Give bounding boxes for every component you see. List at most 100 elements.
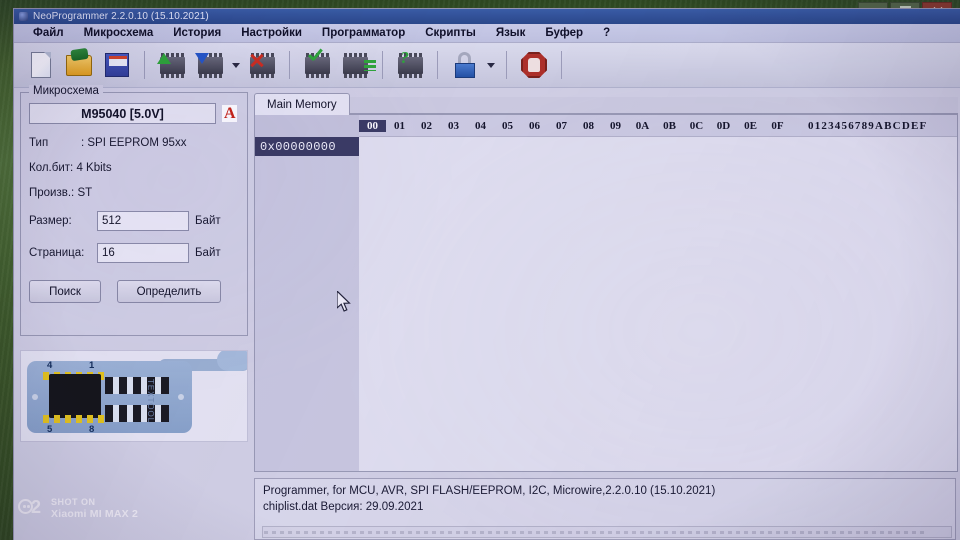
hex-col-09[interactable]: 09 xyxy=(602,120,629,132)
stop-button[interactable] xyxy=(517,47,551,83)
hex-col-08[interactable]: 08 xyxy=(575,120,602,132)
socket-diagram: 4 1 5 8 TEXTOOL xyxy=(20,350,248,442)
hex-view[interactable]: 00 01 02 03 04 05 06 07 08 09 0A 0B 0C 0… xyxy=(254,115,958,472)
chip-vendor-value: ST xyxy=(77,187,93,199)
toolbar-separator xyxy=(382,51,383,79)
chip-group-box: Микросхема M95040 [5.0V] A Тип: SPI EEPR… xyxy=(20,85,248,336)
open-file-icon xyxy=(66,54,92,76)
write-chip-button[interactable] xyxy=(193,47,227,83)
read-chip-button[interactable] xyxy=(155,47,189,83)
open-file-button[interactable] xyxy=(62,47,96,83)
chip-name-row: M95040 [5.0V] A xyxy=(29,103,239,124)
hex-col-00[interactable]: 00 xyxy=(359,119,386,132)
unlock-button[interactable] xyxy=(448,47,482,83)
toolbar-separator xyxy=(437,51,438,79)
hex-col-02[interactable]: 02 xyxy=(413,120,440,132)
save-file-button[interactable] xyxy=(100,47,134,83)
tab-strip-filler xyxy=(349,97,958,114)
chip-size-row: Размер: Байт xyxy=(29,211,239,231)
hex-col-04[interactable]: 04 xyxy=(467,120,494,132)
menu-item-file[interactable]: Файл xyxy=(23,25,74,41)
detect-chip-button[interactable]: ? xyxy=(393,47,427,83)
ascii-column-header: 0123456789ABCDEF xyxy=(808,119,928,132)
erase-chip-icon xyxy=(249,52,275,78)
hex-col-0b[interactable]: 0B xyxy=(656,120,683,132)
unlock-dropdown[interactable] xyxy=(486,48,496,82)
blank-check-icon xyxy=(342,52,376,78)
hex-col-06[interactable]: 06 xyxy=(521,120,548,132)
hex-col-0a[interactable]: 0A xyxy=(629,120,656,132)
window-body: Микросхема M95040 [5.0V] A Тип: SPI EEPR… xyxy=(14,85,960,540)
chip-info-panel: Микросхема M95040 [5.0V] A Тип: SPI EEPR… xyxy=(20,85,248,540)
hex-col-0c[interactable]: 0C xyxy=(683,120,710,132)
menu-item-history[interactable]: История xyxy=(163,25,231,41)
unlock-icon xyxy=(455,52,475,78)
hex-col-07[interactable]: 07 xyxy=(548,120,575,132)
menu-item-buffer[interactable]: Буфер xyxy=(535,25,593,41)
chip-size-input[interactable] xyxy=(97,211,189,231)
app-icon xyxy=(19,12,28,21)
chip-vendor-row: Произв.: ST xyxy=(29,187,239,199)
menu-item-language[interactable]: Язык xyxy=(486,25,536,41)
address-cell[interactable]: 0x00000000 xyxy=(255,137,359,156)
socket-pin-8: 8 xyxy=(89,424,95,435)
menu-bar: Файл Микросхема История Настройки Програ… xyxy=(14,24,960,43)
chip-size-label: Размер: xyxy=(29,215,72,227)
chip-page-input[interactable] xyxy=(97,243,189,263)
hex-col-0f[interactable]: 0F xyxy=(764,120,791,132)
write-chip-icon xyxy=(194,52,223,78)
tab-main-memory[interactable]: Main Memory xyxy=(254,93,350,115)
socket-dip-chip xyxy=(49,374,101,418)
hex-editor-panel: Main Memory 00 01 02 03 04 05 06 07 08 0… xyxy=(254,92,958,540)
chip-bits-value: 4 Kbits xyxy=(76,162,112,174)
socket-lever-knob xyxy=(217,351,247,371)
hex-col-0d[interactable]: 0D xyxy=(710,120,737,132)
hex-col-01[interactable]: 01 xyxy=(386,120,413,132)
socket-pin-1: 1 xyxy=(89,360,95,371)
toolbar: ? xyxy=(14,43,960,88)
chip-name-field[interactable]: M95040 [5.0V] xyxy=(29,103,216,124)
erase-chip-button[interactable] xyxy=(245,47,279,83)
chip-type-value: : SPI EEPROM 95xx xyxy=(81,137,187,149)
verify-chip-button[interactable] xyxy=(300,47,334,83)
title-bar[interactable]: NeoProgrammer 2.2.0.10 (15.10.2021) xyxy=(14,9,960,24)
chip-group-title: Микросхема xyxy=(29,85,103,97)
toolbar-separator xyxy=(289,51,290,79)
progress-bar xyxy=(262,526,952,538)
chip-size-unit: Байт xyxy=(195,215,221,227)
menu-item-help[interactable]: ? xyxy=(593,25,620,41)
menu-item-chip[interactable]: Микросхема xyxy=(74,25,164,41)
chip-page-label: Страница: xyxy=(29,247,85,259)
socket-brand-text: TEXTOOL xyxy=(146,379,155,424)
save-file-icon xyxy=(105,53,129,77)
hex-col-0e[interactable]: 0E xyxy=(737,120,764,132)
menu-item-settings[interactable]: Настройки xyxy=(231,25,312,41)
detect-button[interactable]: Определить xyxy=(117,280,221,303)
chip-type-row: Тип: SPI EEPROM 95xx xyxy=(29,137,239,149)
write-chip-dropdown[interactable] xyxy=(231,48,241,82)
hex-col-05[interactable]: 05 xyxy=(494,120,521,132)
menu-item-programmer[interactable]: Программатор xyxy=(312,25,415,41)
new-file-icon xyxy=(31,52,51,78)
toolbar-separator xyxy=(144,51,145,79)
chip-vendor-label: Произв.: xyxy=(29,187,75,199)
search-button[interactable]: Поиск xyxy=(29,280,101,303)
chip-bits-label: Кол.бит: xyxy=(29,162,74,174)
chip-bits-row: Кол.бит: 4 Kbits xyxy=(29,162,239,174)
menu-item-scripts[interactable]: Скрипты xyxy=(415,25,486,41)
pdf-datasheet-icon[interactable]: A xyxy=(220,103,239,124)
socket-board: 4 1 5 8 TEXTOOL xyxy=(27,360,192,435)
hex-data-column[interactable] xyxy=(359,137,957,471)
address-column: 0x00000000 xyxy=(255,137,359,471)
chip-page-row: Страница: Байт xyxy=(29,243,239,263)
blank-check-button[interactable] xyxy=(338,47,376,83)
new-file-button[interactable] xyxy=(24,47,58,83)
hex-column-header: 00 01 02 03 04 05 06 07 08 09 0A 0B 0C 0… xyxy=(255,115,957,137)
tab-strip: Main Memory xyxy=(254,92,958,115)
chip-button-row: Поиск Определить xyxy=(29,280,239,303)
hex-col-03[interactable]: 03 xyxy=(440,120,467,132)
read-chip-icon xyxy=(156,52,185,78)
status-line-chiplist: chiplist.dat Версия: 29.09.2021 xyxy=(263,501,424,513)
socket-pin-4: 4 xyxy=(47,360,53,371)
window-title: NeoProgrammer 2.2.0.10 (15.10.2021) xyxy=(33,11,209,22)
